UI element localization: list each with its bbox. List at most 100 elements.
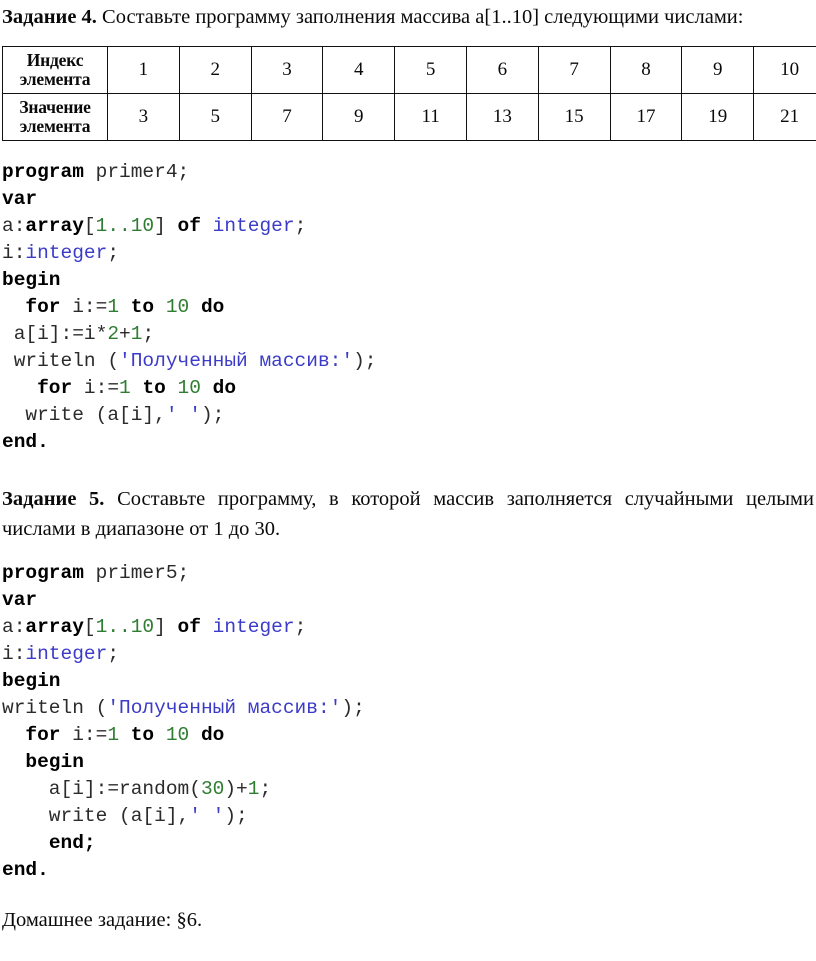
code-token: array xyxy=(25,215,84,237)
code-token: var xyxy=(2,589,38,611)
code-line-3: a:array[1..10] of integer; xyxy=(2,213,814,240)
code-token: i:= xyxy=(72,377,120,399)
task-5-paragraph: Задание 5. Составьте программу, в которо… xyxy=(2,484,814,544)
code-token: ; xyxy=(259,778,272,800)
index-cell-4: 4 xyxy=(322,46,396,94)
code-token: writeln ( xyxy=(2,350,120,372)
index-cell-3: 3 xyxy=(250,46,324,94)
code-token: ; xyxy=(294,616,307,638)
spacer-before-homework xyxy=(2,884,814,906)
code-token: end; xyxy=(48,832,96,854)
code-token: ); xyxy=(200,404,225,426)
code-token: ] xyxy=(154,215,178,237)
code-token: ); xyxy=(353,350,377,372)
code-token: begin xyxy=(25,751,84,773)
code-token: array xyxy=(25,616,84,638)
code-line-9: for i:=1 to 10 do xyxy=(2,375,814,402)
array-table-body: Индекс элемента 1 2 3 4 5 6 7 8 9 10 Зна… xyxy=(2,46,816,141)
code-line-9: a[i]:=random(30)+1; xyxy=(2,776,814,803)
code-line-3: a:array[1..10] of integer; xyxy=(2,614,814,641)
row-header-index-line1: Индекс xyxy=(26,50,84,70)
table-row-values: Значение элемента 3 5 7 9 11 13 15 17 19… xyxy=(2,93,816,141)
index-cell-10: 10 xyxy=(753,46,816,94)
code-token: 1..10 xyxy=(95,215,155,237)
table-row-indices: Индекс элемента 1 2 3 4 5 6 7 8 9 10 xyxy=(2,46,816,94)
task-4-paragraph: Задание 4. Составьте программу заполнени… xyxy=(2,0,814,32)
index-cell-2: 2 xyxy=(178,46,252,94)
index-cell-5: 5 xyxy=(394,46,467,94)
row-header-value-line1: Значение xyxy=(19,97,91,117)
code-token: i:= xyxy=(60,296,108,318)
code-listing-primer4: program primer4; var a:array[1..10] of int… xyxy=(2,159,814,456)
code-line-2: var xyxy=(2,587,814,614)
code-token: 1 xyxy=(107,724,120,746)
code-line-1: program primer4; xyxy=(2,159,814,186)
code-listing-primer5: program primer5; var a:array[1..10] of int… xyxy=(2,560,814,884)
code-line-12: end. xyxy=(2,857,814,884)
task-5-text: Составьте программу, в которой массив за… xyxy=(2,488,815,540)
value-cell-9: 19 xyxy=(681,93,755,141)
value-cell-7: 15 xyxy=(537,93,611,141)
code-line-10: write (a[i],' '); xyxy=(2,402,814,429)
homework-line: Домашнее задание: §6. xyxy=(2,909,203,931)
code-token: ); xyxy=(224,805,248,827)
spacer-after-primer4 xyxy=(2,456,814,484)
value-cell-8: 17 xyxy=(609,93,683,141)
code-token: i: xyxy=(2,242,26,264)
code-token: a[i]:=i* xyxy=(2,323,108,345)
value-cell-3: 7 xyxy=(250,93,324,141)
code-token: of xyxy=(177,215,201,237)
value-cell-10: 21 xyxy=(753,93,816,141)
code-token: ' ' xyxy=(189,805,225,827)
code-token: integer xyxy=(212,616,295,638)
value-cell-4: 9 xyxy=(322,93,396,141)
code-token: ; xyxy=(142,323,155,345)
code-line-8: begin xyxy=(2,749,814,776)
row-header-index: Индекс элемента xyxy=(2,46,108,94)
row-header-index-line2: элемента xyxy=(19,69,91,89)
index-cell-1: 1 xyxy=(107,46,180,94)
row-header-value: Значение элемента xyxy=(2,93,108,141)
code-token: 2 xyxy=(107,323,120,345)
code-token: 1 xyxy=(247,778,260,800)
code-line-5: begin xyxy=(2,267,814,294)
code-line-4: i:integer; xyxy=(2,240,814,267)
code-line-2: var xyxy=(2,186,814,213)
code-token: 1 xyxy=(119,377,131,399)
code-token: write (a[i], xyxy=(2,404,166,426)
code-line-4: i:integer; xyxy=(2,641,814,668)
code-token: to xyxy=(130,724,155,746)
code-token: i: xyxy=(2,643,26,665)
code-line-8: writeln ('Полученный массив:'); xyxy=(2,348,814,375)
code-token: writeln ( xyxy=(2,697,108,719)
code-token: 30 xyxy=(200,778,225,800)
code-token: var xyxy=(2,188,38,210)
code-token: primer4; xyxy=(83,161,190,183)
code-token: program xyxy=(2,161,84,183)
code-line-7: for i:=1 to 10 do xyxy=(2,722,814,749)
code-token: integer xyxy=(25,643,108,665)
code-line-7: a[i]:=i*2+1; xyxy=(2,321,814,348)
code-token: of xyxy=(177,616,201,638)
index-cell-8: 8 xyxy=(609,46,683,94)
code-token: begin xyxy=(2,269,61,291)
code-token: [ xyxy=(83,215,96,237)
code-token: 1 xyxy=(130,323,143,345)
code-token: ; xyxy=(107,643,120,665)
code-token: 'Полученный массив:' xyxy=(119,350,354,372)
code-token: + xyxy=(119,323,131,345)
value-cell-1: 3 xyxy=(107,93,180,141)
code-line-10: write (a[i],' '); xyxy=(2,803,814,830)
code-token: integer xyxy=(25,242,108,264)
